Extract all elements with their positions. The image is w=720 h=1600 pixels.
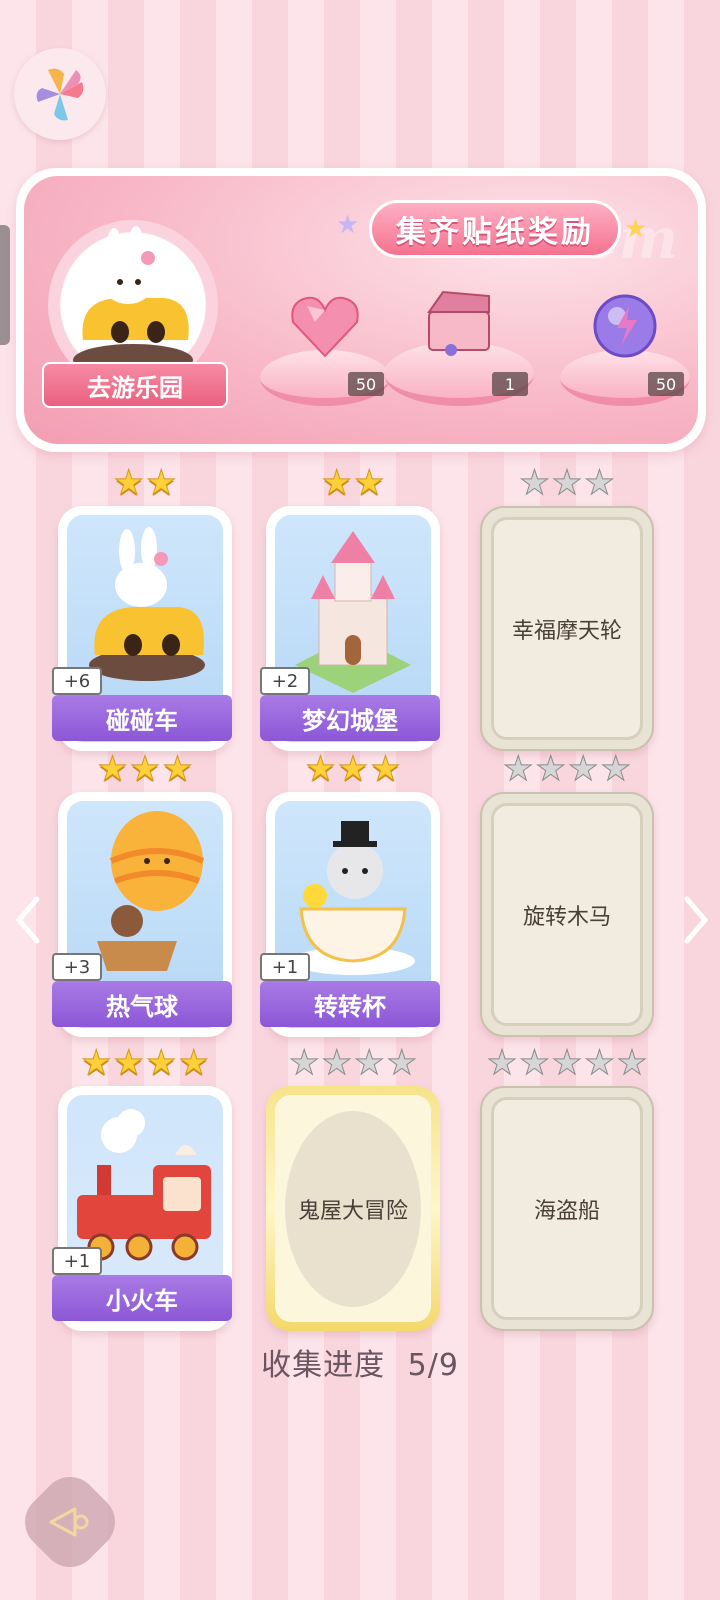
card-name: 热气球 (52, 981, 232, 1027)
star-icon: ★ (337, 749, 369, 789)
star-decoration-icon: ★ (336, 210, 360, 240)
star-icon: ★ (145, 1043, 177, 1083)
card-name: 鬼屋大冒险 (297, 1198, 408, 1224)
star-icon: ★ (289, 1043, 321, 1083)
star-rating: ★ ★ ★ ★ (480, 749, 654, 789)
sticker-card-dream-castle[interactable]: ★ ★ +2 梦幻城堡 (260, 466, 440, 751)
reward-count: 1 (492, 372, 528, 396)
previous-page-button[interactable] (8, 890, 48, 950)
star-icon: ★ (486, 1043, 518, 1083)
star-icon: ★ (567, 749, 599, 789)
next-page-button[interactable] (676, 890, 716, 950)
star-decoration-icon: ★ (624, 214, 648, 244)
sticker-card-hot-air-balloon[interactable]: ★ ★ ★ +3 热气球 (52, 752, 232, 1037)
duplicate-count-badge: +1 (260, 953, 310, 981)
reward-count: 50 (648, 372, 684, 396)
chevron-left-icon (15, 896, 40, 944)
star-icon: ★ (584, 1043, 616, 1083)
star-icon: ★ (113, 463, 145, 503)
reward-heart-gem[interactable]: 50 (260, 286, 390, 406)
star-rating: ★ ★ ★ (480, 463, 654, 503)
pinwheel-icon (36, 68, 84, 121)
progress-label: 收集进度 (261, 1348, 386, 1383)
chevron-right-icon (684, 896, 709, 944)
star-rating: ★ ★ ★ (58, 749, 232, 789)
card-name: 碰碰车 (52, 695, 232, 741)
star-icon: ★ (162, 749, 194, 789)
star-icon: ★ (178, 1043, 210, 1083)
star-icon: ★ (551, 1043, 583, 1083)
collection-progress: 收集进度 5/9 (0, 1340, 720, 1384)
side-drawer-handle[interactable] (0, 225, 10, 345)
sticker-card-ferris-wheel[interactable]: ★ ★ ★ 幸福摩天轮 (480, 466, 654, 751)
sticker-card-little-train[interactable]: ★ ★ ★ ★ +1 小火车 (52, 1046, 232, 1331)
card-name: 小火车 (52, 1275, 232, 1321)
star-icon: ★ (113, 1043, 145, 1083)
star-icon: ★ (129, 749, 161, 789)
star-icon: ★ (600, 749, 632, 789)
star-rating: ★ ★ (266, 463, 440, 503)
star-icon: ★ (584, 463, 616, 503)
card-name: 海盗船 (533, 1198, 600, 1224)
duplicate-count-badge: +2 (260, 667, 310, 695)
star-icon: ★ (519, 1043, 551, 1083)
sticker-card-bumper-car[interactable]: ★ ★ +6 碰碰车 (52, 466, 232, 751)
card-name: 旋转木马 (522, 904, 611, 930)
back-arrow-icon (49, 1507, 89, 1537)
star-rating: ★ ★ ★ (266, 749, 440, 789)
star-icon: ★ (321, 1043, 353, 1083)
banner-title: 集齐贴纸奖励 (369, 200, 621, 258)
app-logo[interactable] (14, 48, 106, 140)
star-icon: ★ (81, 1043, 113, 1083)
gift-box-icon (427, 290, 490, 356)
star-icon: ★ (386, 1043, 418, 1083)
star-icon: ★ (97, 749, 129, 789)
star-icon: ★ (353, 1043, 385, 1083)
sticker-card-teacup[interactable]: ★ ★ ★ +1 转转杯 (260, 752, 440, 1037)
card-name: 幸福摩天轮 (511, 618, 622, 644)
star-rating: ★ ★ ★ ★ (266, 1043, 440, 1083)
sticker-card-pirate-ship[interactable]: ★ ★ ★ ★ ★ 海盗船 (480, 1046, 654, 1331)
back-button[interactable] (13, 1465, 127, 1579)
star-rating: ★ ★ ★ ★ ★ (480, 1043, 654, 1083)
star-icon: ★ (519, 463, 551, 503)
duplicate-count-badge: +6 (52, 667, 102, 695)
star-icon: ★ (370, 749, 402, 789)
duplicate-count-badge: +3 (52, 953, 102, 981)
card-name: 转转杯 (260, 981, 440, 1027)
star-icon: ★ (145, 463, 177, 503)
star-icon: ★ (535, 749, 567, 789)
star-icon: ★ (503, 749, 535, 789)
pink-heart-gem-icon (291, 296, 359, 358)
reward-count: 50 (348, 372, 384, 396)
star-rating: ★ ★ ★ ★ (58, 1043, 232, 1083)
duplicate-count-badge: +1 (52, 1247, 102, 1275)
star-icon: ★ (616, 1043, 648, 1083)
star-icon: ★ (353, 463, 385, 503)
card-name: 梦幻城堡 (260, 695, 440, 741)
star-icon: ★ (305, 749, 337, 789)
reward-gift-box[interactable]: 1 (384, 286, 534, 406)
progress-value: 5/9 (407, 1348, 459, 1383)
star-icon: ★ (551, 463, 583, 503)
reward-lightning-orb[interactable]: 50 (560, 286, 690, 406)
sticker-card-haunted-house[interactable]: ★ ★ ★ ★ 鬼屋大冒险 (266, 1046, 440, 1331)
go-to-amusement-park-button[interactable]: 去游乐园 (42, 362, 228, 408)
purple-lightning-orb-icon (593, 294, 657, 358)
star-rating: ★ ★ (58, 463, 232, 503)
sticker-card-carousel[interactable]: ★ ★ ★ ★ 旋转木马 (480, 752, 654, 1037)
star-icon: ★ (321, 463, 353, 503)
sticker-reward-banner: Redeem ★ ★ 集齐贴纸奖励 去游乐园 (16, 168, 706, 452)
